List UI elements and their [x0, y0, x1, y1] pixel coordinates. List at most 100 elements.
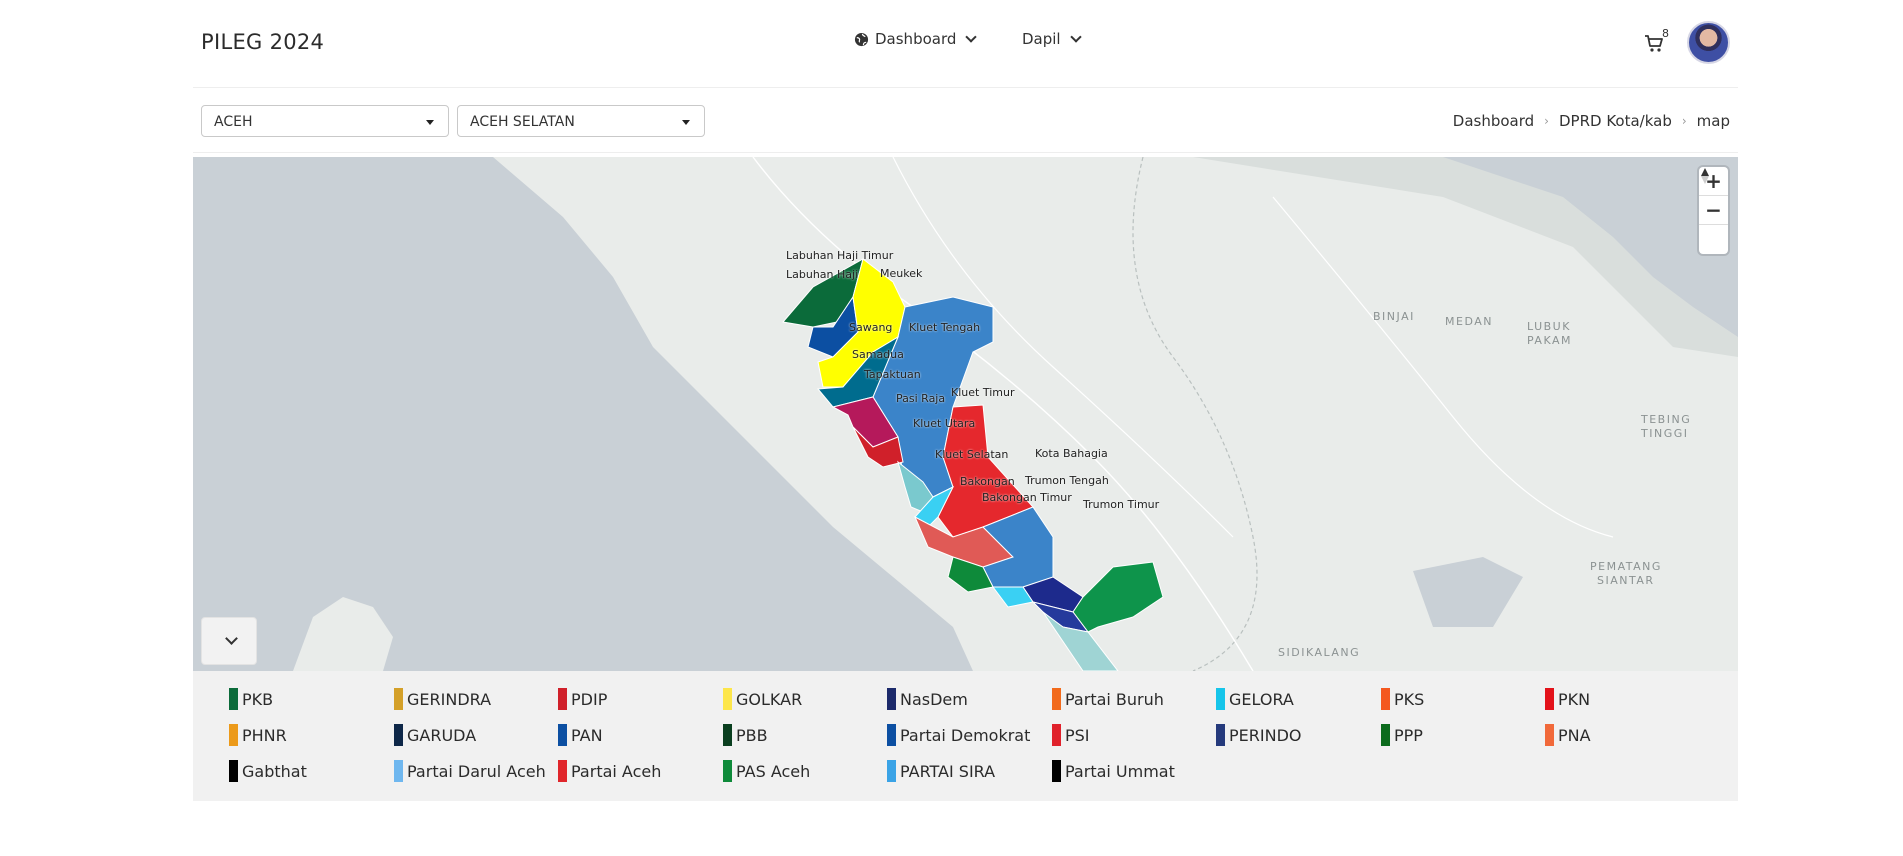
legend-label: PSI — [1065, 725, 1090, 745]
user-avatar[interactable] — [1687, 21, 1730, 64]
legend-swatch — [887, 688, 896, 710]
legend-item: GARUDA — [394, 723, 476, 747]
legend-label: PDIP — [571, 689, 608, 709]
legend-item: PAN — [558, 723, 603, 747]
legend-label: Partai Demokrat — [900, 725, 1031, 745]
legend-swatch — [229, 688, 238, 710]
district-label: Trumon Timur — [1083, 498, 1160, 511]
legend-swatch — [558, 724, 567, 746]
legend-swatch — [1381, 688, 1390, 710]
district-label: Pasi Raja — [896, 392, 946, 405]
district-label: Samadua — [852, 348, 904, 361]
regency-select[interactable]: ACEH SELATAN — [457, 105, 705, 137]
legend-item: Partai Buruh — [1052, 687, 1164, 711]
legend-swatch — [1052, 688, 1061, 710]
legend-swatch — [558, 688, 567, 710]
legend-label: Partai Ummat — [1065, 761, 1175, 781]
brand-title[interactable]: PILEG 2024 — [201, 30, 324, 54]
caret-down-icon — [426, 120, 434, 125]
globe-icon — [854, 32, 869, 46]
legend-swatch — [887, 724, 896, 746]
legend-swatch — [558, 760, 567, 782]
city-label: BINJAI — [1373, 310, 1415, 323]
breadcrumb-dashboard[interactable]: Dashboard — [1453, 112, 1534, 130]
city-label: TEBING — [1641, 413, 1692, 426]
legend-label: PPP — [1394, 725, 1423, 745]
legend-label: PNA — [1558, 725, 1591, 745]
legend-item: PERINDO — [1216, 723, 1301, 747]
legend-swatch — [1216, 724, 1225, 746]
district-label: Trumon Tengah — [1025, 474, 1109, 487]
district-label: Meukek — [880, 267, 923, 280]
cart-icon[interactable] — [1644, 33, 1664, 53]
legend-toggle-button[interactable] — [201, 617, 257, 665]
legend-swatch — [394, 688, 403, 710]
legend-label: PKS — [1394, 689, 1425, 709]
regency-select-value: ACEH SELATAN — [470, 114, 575, 130]
chevron-right-icon: › — [1544, 114, 1549, 128]
cart-badge: 8 — [1662, 27, 1669, 40]
chevron-down-icon — [965, 30, 978, 43]
legend-label: GERINDRA — [407, 689, 492, 709]
chevron-right-icon: › — [1681, 114, 1687, 128]
legend-label: PERINDO — [1229, 725, 1302, 745]
legend-swatch — [723, 760, 732, 782]
legend-item: PNA — [1545, 723, 1591, 747]
province-select-value: ACEH — [214, 114, 253, 130]
legend-label: PARTAI SIRA — [900, 761, 996, 781]
legend-item: PHNR — [229, 723, 287, 747]
legend-item: Gabthat — [229, 759, 307, 783]
nav-dapil-menu[interactable]: Dapil — [1022, 30, 1082, 48]
legend-item: Partai Aceh — [558, 759, 661, 783]
map-zoom-controls: + − — [1699, 167, 1728, 254]
legend-swatch — [887, 760, 896, 782]
legend-item: Partai Darul Aceh — [394, 759, 546, 783]
map-canvas[interactable]: Labuhan Haji Timur Labuhan Haji Meukek S… — [193, 157, 1738, 671]
legend-label: GELORA — [1229, 689, 1294, 709]
top-navbar: PILEG 2024 Dashboard Dapil 8 — [193, 0, 1738, 88]
province-select[interactable]: ACEH — [201, 105, 449, 137]
district-label: Kluet Tengah — [909, 321, 981, 334]
city-label: PAKAM — [1527, 334, 1572, 347]
map-basemap — [293, 157, 1738, 671]
legend-label: NasDem — [900, 689, 968, 709]
legend-item: GOLKAR — [723, 687, 802, 711]
legend-item: PPP — [1381, 723, 1423, 747]
legend-label: Gabthat — [242, 761, 307, 781]
legend-item: PAS Aceh — [723, 759, 810, 783]
legend-item: PDIP — [558, 687, 607, 711]
zoom-out-button[interactable]: − — [1699, 196, 1728, 225]
legend-item: GERINDRA — [394, 687, 491, 711]
district-label: Bakongan — [960, 475, 1015, 488]
legend-swatch — [1052, 724, 1061, 746]
district-label: Labuhan Haji Timur — [786, 249, 894, 262]
caret-down-icon — [682, 120, 690, 125]
legend-swatch — [1216, 688, 1225, 710]
breadcrumb-dprd[interactable]: DPRD Kota/kab — [1559, 112, 1672, 130]
legend-label: PKB — [242, 689, 274, 709]
legend-item: PBB — [723, 723, 768, 747]
legend-swatch — [723, 724, 732, 746]
city-label: LUBUK — [1527, 320, 1571, 333]
city-label: SIDIKALANG — [1278, 646, 1361, 659]
district-label: Sawang — [849, 321, 893, 334]
legend-item: PKB — [229, 687, 273, 711]
compass-reset-button[interactable] — [1699, 168, 1728, 254]
legend-label: GOLKAR — [736, 689, 803, 709]
chevron-down-icon — [1069, 30, 1082, 43]
legend-swatch — [723, 688, 732, 710]
city-label: TINGGI — [1641, 427, 1689, 440]
legend-label: Partai Aceh — [571, 761, 662, 781]
legend-swatch — [1545, 688, 1554, 710]
legend-swatch — [394, 724, 403, 746]
legend-label: Partai Buruh — [1065, 689, 1164, 709]
legend-item: Partai Ummat — [1052, 759, 1175, 783]
nav-dashboard-label: Dashboard — [875, 30, 957, 48]
legend-item: PKN — [1545, 687, 1590, 711]
nav-dashboard-menu[interactable]: Dashboard — [854, 30, 978, 48]
legend-swatch — [229, 724, 238, 746]
legend-label: PKN — [1558, 689, 1591, 709]
legend-label: Partai Darul Aceh — [407, 761, 546, 781]
legend-swatch — [1545, 724, 1554, 746]
divider — [193, 152, 1738, 153]
